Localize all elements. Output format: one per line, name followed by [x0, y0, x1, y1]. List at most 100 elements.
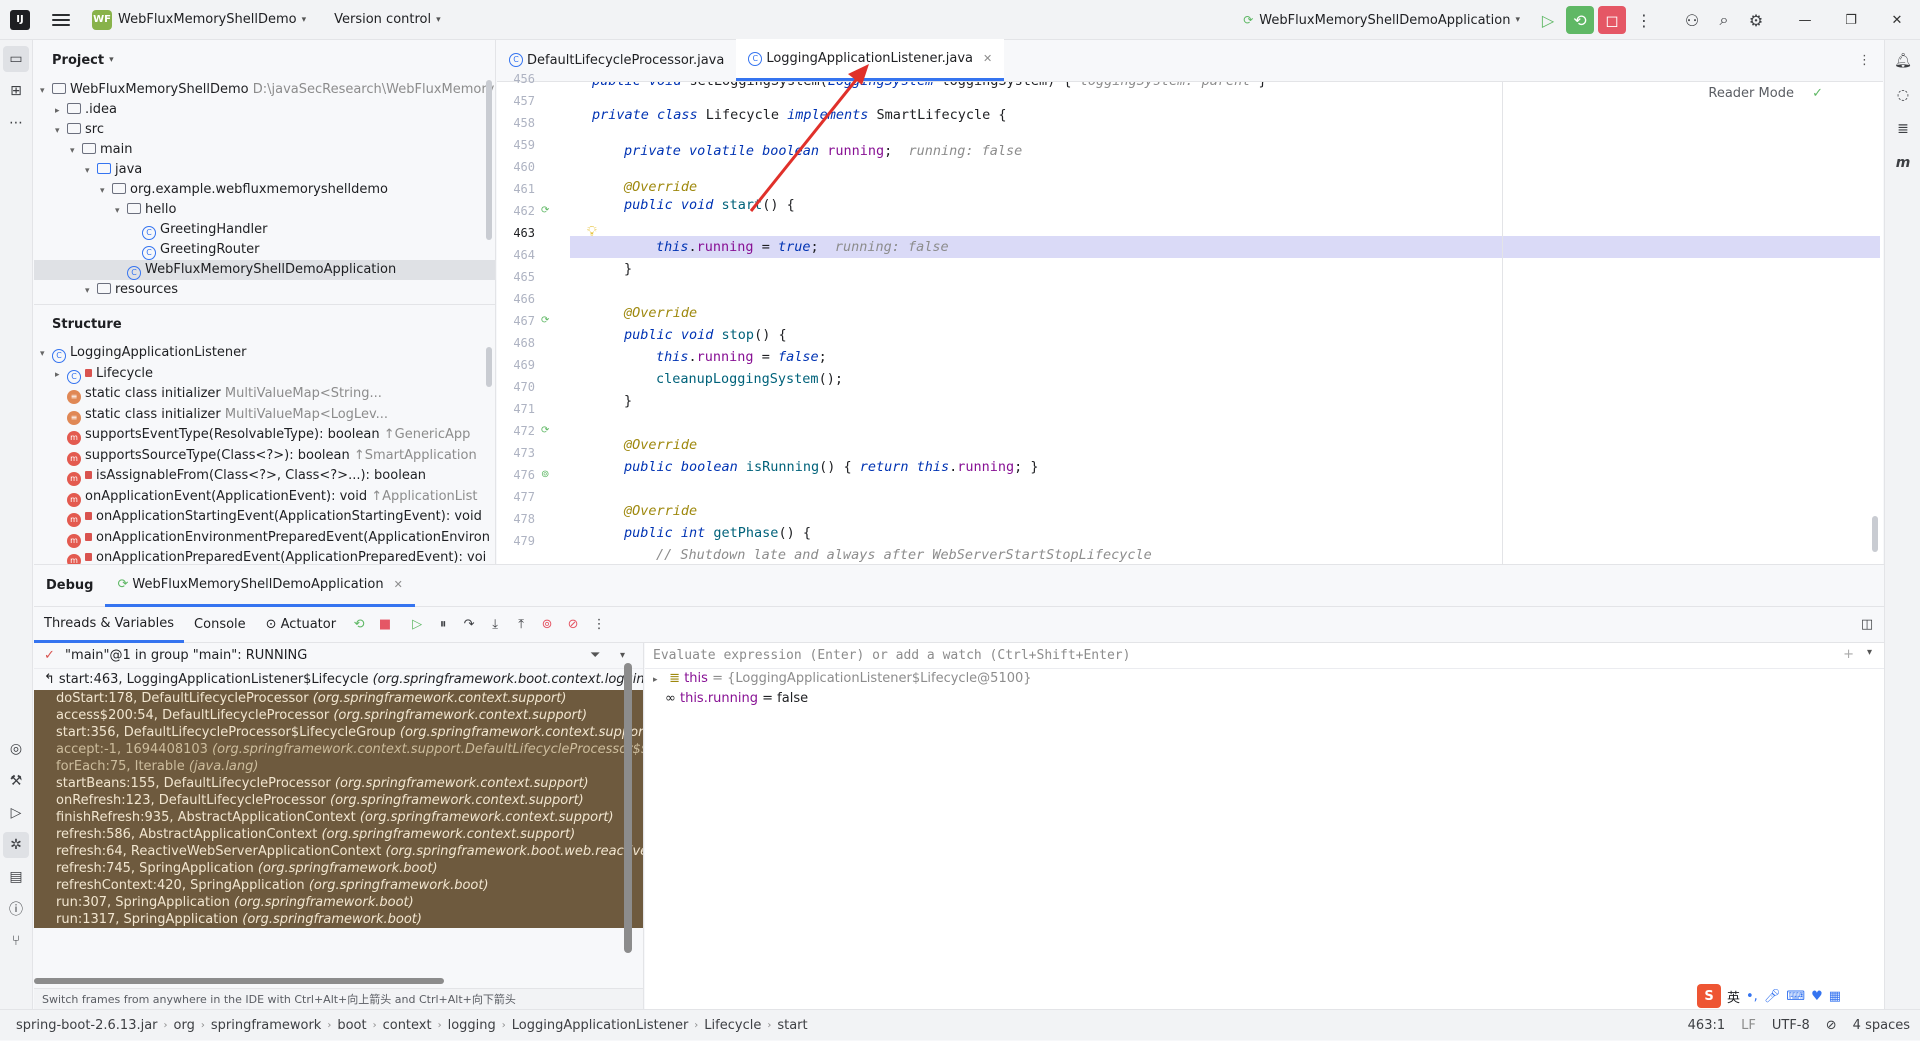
- stack-frame[interactable]: ↰ start:463, LoggingApplicationListener$L…: [34, 669, 643, 690]
- ime-toolbar[interactable]: S 英 •, 🎤︎ ⌨ ♥ ▦: [1693, 983, 1846, 1009]
- expand-arrow-icon[interactable]: ▾: [40, 344, 52, 364]
- breadcrumb-item[interactable]: context: [377, 1018, 438, 1033]
- search-icon[interactable]: ⌕: [1710, 6, 1738, 34]
- stop-icon[interactable]: ■: [374, 614, 396, 636]
- step-out-icon[interactable]: ⤒: [510, 614, 532, 636]
- structure-item[interactable]: m supportsSourceType(Class<?>): boolean ↑…: [34, 446, 495, 467]
- breadcrumb-item[interactable]: LoggingApplicationListener: [506, 1018, 695, 1033]
- settings-gear-icon[interactable]: ⚙: [1742, 6, 1770, 34]
- stack-frame[interactable]: accept:-1, 1694408103 (org.springframewo…: [34, 741, 643, 758]
- structure-item[interactable]: m isAssignableFrom(Class<?>, Class<?>...)…: [34, 466, 495, 487]
- expand-arrow-icon[interactable]: ▾: [70, 141, 82, 161]
- close-tab-icon[interactable]: ✕: [394, 578, 403, 591]
- debug-bug-icon[interactable]: ✲: [3, 832, 29, 858]
- tree-node[interactable]: ▾ resources: [34, 280, 495, 300]
- thread-selector[interactable]: ✓ "main"@1 in group "main": RUNNING ⏷ ▾: [34, 643, 643, 669]
- stack-frame[interactable]: run:307, SpringApplication (org.springfr…: [34, 894, 643, 911]
- project-folder-icon[interactable]: ▭: [3, 46, 29, 72]
- vcs-menu[interactable]: Version control ▾: [328, 0, 441, 40]
- tree-node[interactable]: ▾ hello: [34, 200, 495, 220]
- view-breakpoints-icon[interactable]: ⊚: [536, 614, 558, 636]
- step-into-icon[interactable]: ⤓: [484, 614, 506, 636]
- stack-frame[interactable]: refreshContext:420, SpringApplication (o…: [34, 877, 643, 894]
- stack-frame[interactable]: onRefresh:123, DefaultLifecycleProcessor…: [34, 792, 643, 809]
- structure-item[interactable]: ▸ C Lifecycle: [34, 364, 495, 385]
- debug-session-tab[interactable]: ⟳ WebFluxMemoryShellDemoApplication ✕: [105, 565, 415, 607]
- notifications-bell-icon[interactable]: 🔔︎: [1890, 48, 1916, 74]
- caret-position[interactable]: 463:1: [1688, 1018, 1725, 1033]
- resume-program-icon[interactable]: ▷: [406, 614, 428, 636]
- variable-this[interactable]: ▸ ≣ this = {LoggingApplicationListener$L…: [645, 669, 1884, 689]
- more-options-icon[interactable]: ⋮: [1630, 6, 1658, 34]
- expand-arrow-icon[interactable]: ▸: [55, 365, 67, 385]
- breadcrumb-item[interactable]: boot: [331, 1018, 372, 1033]
- tab-actuator[interactable]: ⊙ Actuator: [256, 607, 346, 643]
- minimize-button[interactable]: —: [1782, 0, 1828, 40]
- services-icon[interactable]: ◎: [3, 736, 29, 762]
- file-encoding[interactable]: UTF-8: [1772, 1018, 1810, 1033]
- stack-frame[interactable]: forEach:75, Iterable (java.lang): [34, 758, 643, 775]
- tree-node[interactable]: ▾ main: [34, 140, 495, 160]
- layout-icon[interactable]: ◫: [1856, 614, 1878, 636]
- evaluate-expression-input[interactable]: Evaluate expression (Enter) or add a wat…: [645, 643, 1884, 669]
- expand-arrow-icon[interactable]: ▾: [40, 81, 52, 101]
- stack-frame[interactable]: run:1317, SpringApplication (org.springf…: [34, 911, 643, 928]
- expand-arrow-icon[interactable]: ▾: [100, 181, 112, 201]
- tree-node[interactable]: ▾ src: [34, 120, 495, 140]
- breadcrumb-item[interactable]: logging: [442, 1018, 502, 1033]
- filter-icon[interactable]: ⏷: [590, 643, 600, 669]
- indent-setting[interactable]: 4 spaces: [1853, 1018, 1910, 1033]
- project-scrollbar[interactable]: [486, 80, 492, 240]
- structure-item[interactable]: m onApplicationEnvironmentPreparedEvent(A…: [34, 528, 495, 549]
- structure-icon[interactable]: ⊞: [3, 78, 29, 104]
- structure-item[interactable]: m onApplicationStartingEvent(ApplicationS…: [34, 507, 495, 528]
- run-icon[interactable]: ▷: [3, 800, 29, 826]
- add-user-icon[interactable]: ⚇: [1678, 6, 1706, 34]
- stack-frame[interactable]: doStart:178, DefaultLifecycleProcessor (…: [34, 690, 643, 707]
- project-panel-header[interactable]: Project ▾: [34, 40, 495, 80]
- more-tools-icon[interactable]: ⋯: [3, 110, 29, 136]
- stack-frame[interactable]: startBeans:155, DefaultLifecycleProcesso…: [34, 775, 643, 792]
- structure-item[interactable]: m onApplicationEvent(ApplicationEvent): v…: [34, 487, 495, 508]
- tree-node[interactable]: C GreetingRouter: [34, 240, 495, 260]
- readonly-toggle-icon[interactable]: ⊘: [1826, 1018, 1837, 1033]
- breadcrumb-item[interactable]: Lifecycle: [698, 1018, 767, 1033]
- structure-item[interactable]: ▾ C LoggingApplicationListener: [34, 343, 495, 364]
- mute-breakpoints-icon[interactable]: ⊘: [562, 614, 584, 636]
- breadcrumb-item[interactable]: start: [771, 1018, 813, 1033]
- run-config-selector[interactable]: ⟳ WebFluxMemoryShellDemoApplication ▾: [1243, 0, 1520, 40]
- tree-node[interactable]: ▸ .idea: [34, 100, 495, 120]
- stack-frame[interactable]: refresh:586, AbstractApplicationContext …: [34, 826, 643, 843]
- stack-frame[interactable]: refresh:745, SpringApplication (org.spri…: [34, 860, 643, 877]
- expand-arrow-icon[interactable]: ▸: [653, 670, 665, 690]
- expand-arrow-icon[interactable]: ▾: [115, 201, 127, 221]
- pause-icon[interactable]: ⏸︎: [432, 614, 454, 636]
- expand-arrow-icon[interactable]: ▸: [55, 101, 67, 121]
- build-hammer-icon[interactable]: ⚒: [3, 768, 29, 794]
- chevron-down-icon[interactable]: ▾: [1867, 647, 1872, 658]
- maven-icon[interactable]: m: [1890, 150, 1916, 176]
- more-options-icon[interactable]: ⋮: [588, 614, 610, 636]
- close-window-button[interactable]: ✕: [1874, 0, 1920, 40]
- step-over-icon[interactable]: ↷: [458, 614, 480, 636]
- main-menu-icon[interactable]: [52, 13, 70, 26]
- resume-icon[interactable]: ▷: [1534, 6, 1562, 34]
- variable-this-running[interactable]: ∞ this.running = false: [645, 689, 1884, 709]
- expand-arrow-icon[interactable]: ▾: [55, 121, 67, 141]
- stack-frame[interactable]: finishRefresh:935, AbstractApplicationCo…: [34, 809, 643, 826]
- add-watch-icon[interactable]: +: [1843, 647, 1854, 662]
- stack-frame[interactable]: access$200:54, DefaultLifecycleProcessor…: [34, 707, 643, 724]
- frames-h-scrollbar[interactable]: [34, 978, 444, 984]
- line-separator[interactable]: LF: [1741, 1018, 1756, 1033]
- terminal-icon[interactable]: ▤: [3, 864, 29, 890]
- breadcrumb-item[interactable]: spring-boot-2.6.13.jar: [10, 1018, 164, 1033]
- tree-node[interactable]: ▾ java: [34, 160, 495, 180]
- debug-rerun-icon[interactable]: ⟲: [1566, 6, 1594, 34]
- maximize-button[interactable]: ❐: [1828, 0, 1874, 40]
- ai-assistant-icon[interactable]: ◌: [1890, 82, 1916, 108]
- expand-arrow-icon[interactable]: ▾: [85, 161, 97, 181]
- problems-icon[interactable]: ⓘ: [3, 896, 29, 922]
- structure-item[interactable]: ≡ static class initializer MultiValueMap<…: [34, 405, 495, 426]
- tab-console[interactable]: Console: [184, 607, 256, 643]
- breadcrumb-item[interactable]: springframework: [205, 1018, 327, 1033]
